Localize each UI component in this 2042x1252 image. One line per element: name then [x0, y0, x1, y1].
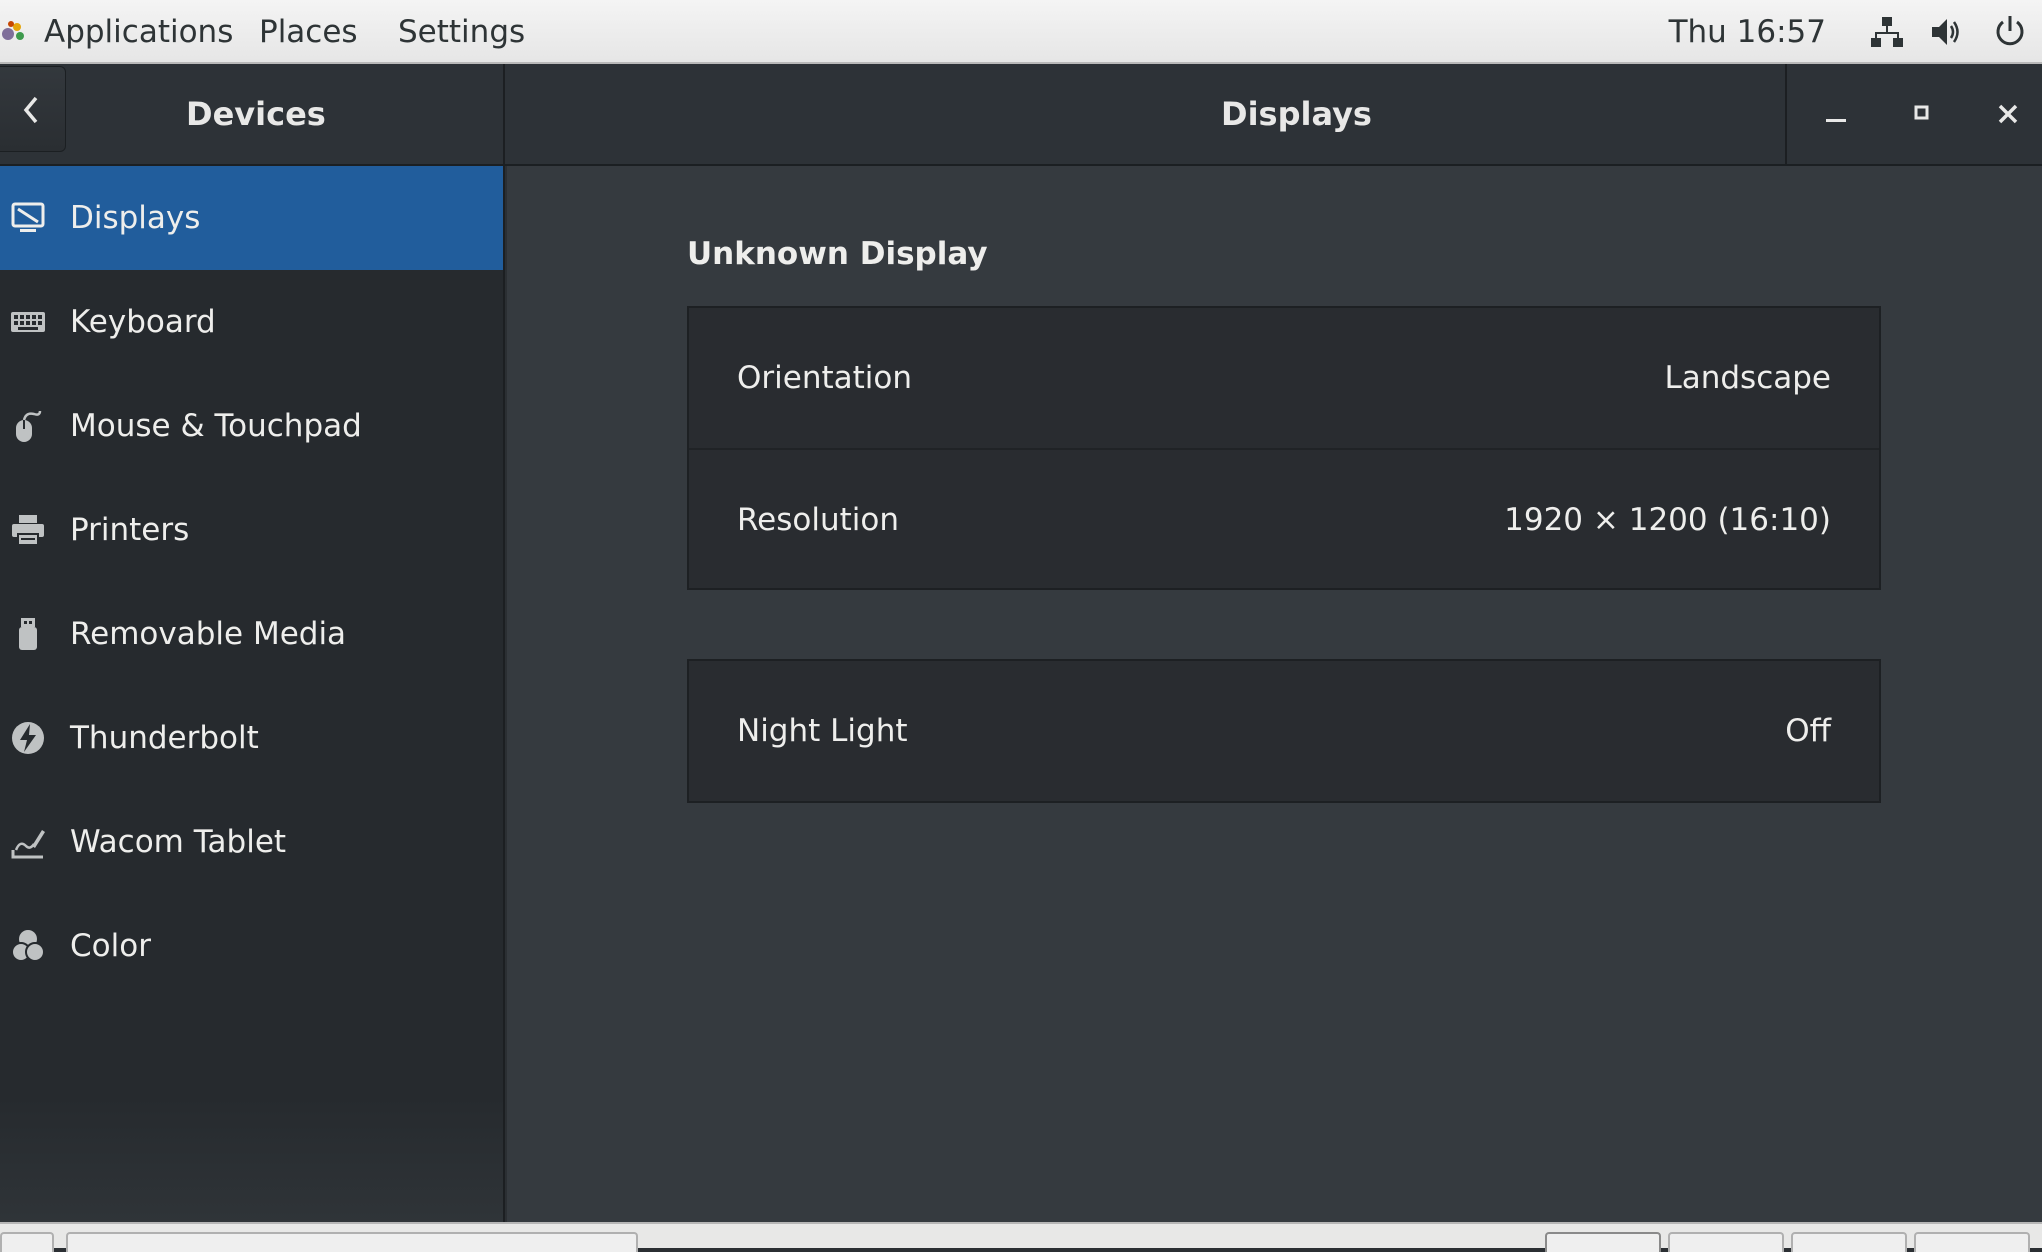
sidebar-item-label: Displays: [70, 200, 201, 236]
sidebar-item-label: Wacom Tablet: [70, 824, 287, 860]
close-button[interactable]: [1965, 64, 2042, 164]
usb-drive-icon: [19, 618, 37, 650]
displays-panel: Unknown Display Orientation Landscape Re…: [507, 166, 2042, 1222]
color-icon: [11, 930, 45, 962]
network-icon[interactable]: [1869, 14, 1905, 50]
header-separator: [1785, 64, 1787, 164]
night-light-label: Night Light: [737, 713, 908, 749]
sidebar-item-removable-media[interactable]: Removable Media: [0, 582, 503, 686]
header-bar: Devices Displays: [0, 64, 2042, 166]
sidebar-title: Devices: [186, 95, 326, 133]
sidebar-item-label: Color: [70, 928, 151, 964]
sidebar-item-wacom-tablet[interactable]: Wacom Tablet: [0, 790, 503, 894]
minimize-button[interactable]: [1793, 64, 1879, 164]
sidebar-item-color[interactable]: Color: [0, 894, 503, 998]
settings-menu[interactable]: Settings: [398, 0, 525, 64]
workspace-4-button[interactable]: [1914, 1232, 2030, 1252]
show-desktop-button[interactable]: [0, 1232, 54, 1252]
sidebar-item-label: Printers: [70, 512, 190, 548]
sidebar-item-label: Thunderbolt: [70, 720, 259, 756]
applications-menu[interactable]: Applications: [44, 0, 233, 64]
sidebar-item-label: Removable Media: [70, 616, 347, 652]
resolution-value: 1920 × 1200 (16:10): [1504, 502, 1831, 538]
display-name: Unknown Display: [687, 236, 988, 272]
sidebar-item-label: Keyboard: [70, 304, 216, 340]
gnome-foot-icon: [2, 21, 24, 40]
sidebar: Displays Keyboard Mouse & Touchpad Print…: [0, 166, 505, 1222]
printer-icon: [12, 515, 44, 546]
orientation-value: Landscape: [1664, 360, 1831, 396]
sidebar-item-keyboard[interactable]: Keyboard: [0, 270, 503, 374]
minimize-icon: [1826, 119, 1846, 122]
orientation-label: Orientation: [737, 360, 913, 396]
back-button[interactable]: [0, 66, 66, 152]
sidebar-item-mouse-touchpad[interactable]: Mouse & Touchpad: [0, 374, 503, 478]
close-icon: [1998, 104, 2018, 124]
workspace-2-button[interactable]: [1668, 1232, 1784, 1252]
bottom-taskbar: [0, 1222, 2042, 1252]
keyboard-icon: [11, 312, 45, 332]
workspace-3-button[interactable]: [1791, 1232, 1907, 1252]
display-settings-list: Orientation Landscape Resolution 1920 × …: [687, 306, 1881, 590]
sidebar-item-thunderbolt[interactable]: Thunderbolt: [0, 686, 503, 790]
maximize-button[interactable]: [1879, 64, 1965, 164]
sidebar-item-label: Mouse & Touchpad: [70, 408, 362, 444]
places-menu[interactable]: Places: [259, 0, 358, 64]
maximize-icon: [1914, 105, 1929, 120]
clock[interactable]: Thu 16:57: [1669, 0, 1826, 64]
chevron-left-icon: [23, 96, 38, 124]
sidebar-item-printers[interactable]: Printers: [0, 478, 503, 582]
night-light-list: Night Light Off: [687, 659, 1881, 803]
orientation-row[interactable]: Orientation Landscape: [689, 308, 1879, 448]
display-icon: [11, 202, 45, 232]
page-title: Displays: [1221, 95, 1372, 133]
resolution-label: Resolution: [737, 502, 899, 538]
sidebar-item-displays[interactable]: Displays: [0, 166, 503, 270]
mouse-icon: [16, 410, 42, 442]
night-light-row[interactable]: Night Light Off: [689, 661, 1879, 801]
power-icon[interactable]: [1992, 14, 2028, 50]
thunderbolt-icon: [12, 722, 44, 754]
sidebar-header: Devices: [0, 64, 505, 164]
resolution-row[interactable]: Resolution 1920 × 1200 (16:10): [689, 450, 1879, 590]
top-system-bar: Applications Places Settings Thu 16:57: [0, 0, 2042, 64]
workspace-1-button[interactable]: [1545, 1232, 1661, 1252]
night-light-value: Off: [1785, 713, 1831, 749]
tablet-icon: [11, 830, 45, 859]
volume-icon[interactable]: [1929, 14, 1965, 50]
window-list-item[interactable]: [66, 1232, 638, 1252]
